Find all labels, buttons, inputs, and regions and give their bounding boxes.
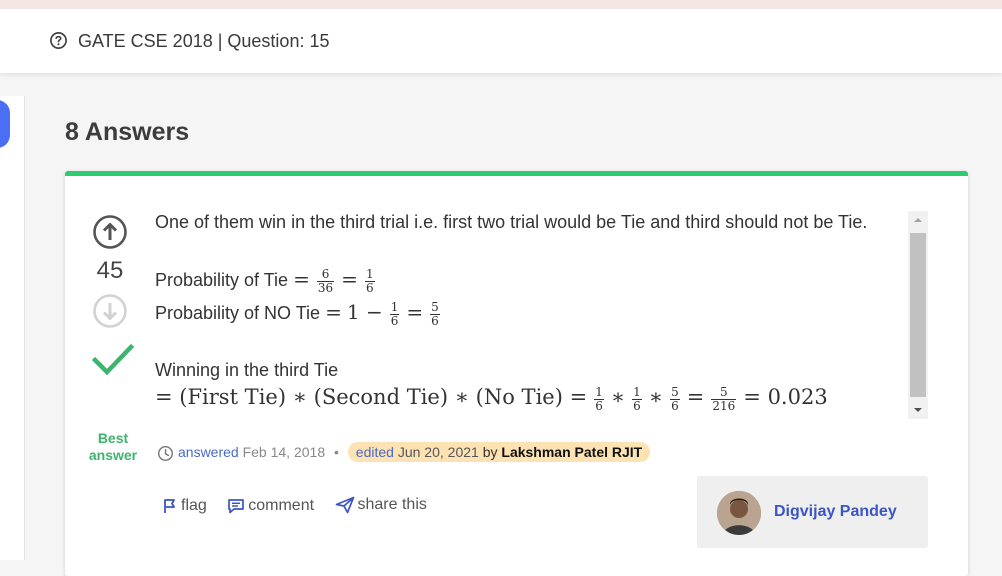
comment-button[interactable]: comment — [227, 497, 314, 515]
question-circle-icon — [50, 32, 67, 49]
answer-actions: flag comment share this — [162, 496, 443, 519]
frac-num: 1 — [632, 384, 642, 400]
math-eq: = — [686, 385, 705, 409]
edited-badge: edited Jun 20, 2021 by Lakshman Patel RJ… — [347, 442, 651, 462]
question-title[interactable]: GATE CSE 2018 | Question: 15 — [78, 31, 329, 52]
fraction-1-6: 16 — [594, 384, 604, 413]
frac-den: 6 — [431, 313, 439, 328]
edited-date: Jun 20, 2021 — [397, 444, 479, 460]
author-name[interactable]: Digvijay Pandey — [774, 503, 897, 521]
winning-expression: = (First Tie) ∗ (Second Tie) ∗ (No Tie) … — [155, 385, 828, 413]
fraction-5-6: 56 — [670, 384, 680, 413]
prob-tie-label: Probability of Tie — [155, 270, 289, 290]
answer-meta: answered Feb 14, 2018 • edited Jun 20, 2… — [157, 442, 651, 464]
comment-label: comment — [248, 497, 315, 514]
question-bar: GATE CSE 2018 | Question: 15 — [0, 9, 1002, 73]
rail-indicator[interactable] — [0, 100, 10, 148]
answer-body: One of them win in the third trial i.e. … — [155, 212, 905, 420]
frac-den: 36 — [317, 280, 334, 295]
probability-tie-line: Probability of Tie = 6 36 = 16 — [155, 267, 377, 295]
scroll-thumb[interactable] — [910, 233, 926, 397]
comment-icon — [228, 499, 245, 514]
frac-den: 6 — [633, 398, 641, 413]
downvote-icon[interactable] — [92, 293, 128, 329]
answer-intro-text: One of them win in the third trial i.e. … — [155, 212, 868, 232]
author-card: Digvijay Pandey — [697, 476, 928, 548]
winning-label: Winning in the third Tie — [155, 360, 339, 380]
flag-button[interactable]: flag — [162, 497, 207, 515]
fraction-1-6: 16 — [632, 384, 642, 413]
frac-num: 5 — [430, 299, 440, 315]
frac-den: 6 — [390, 313, 399, 328]
math-eq: = — [341, 267, 358, 291]
best-label-line1: Best — [97, 430, 129, 446]
answered-date: Feb 14, 2018 — [242, 444, 326, 460]
fraction-5-6: 56 — [430, 299, 440, 328]
math-eq: = — [293, 267, 310, 291]
answered-link[interactable]: answered — [178, 444, 239, 460]
upvote-icon[interactable] — [92, 214, 128, 250]
best-answer-label: Best answer — [80, 430, 146, 464]
editor-name[interactable]: Lakshman Patel RJIT — [501, 444, 642, 460]
fraction-5-216: 5 216 — [711, 385, 737, 413]
scroll-up-icon[interactable] — [908, 211, 928, 229]
frac-den: 216 — [712, 398, 736, 413]
math-eq: = — [406, 300, 424, 324]
left-rail — [0, 96, 25, 560]
math-result: = 0.023 — [743, 385, 828, 409]
fraction-6-36: 6 36 — [316, 267, 335, 295]
avatar-image — [717, 491, 761, 535]
scroll-down-icon[interactable] — [908, 401, 928, 419]
share-icon — [335, 496, 354, 514]
frac-num: 5 — [711, 385, 737, 400]
answer-scrollbar[interactable] — [908, 211, 928, 419]
frac-den: 6 — [595, 398, 603, 413]
fraction-1-6: 16 — [364, 266, 375, 295]
flag-icon — [164, 499, 175, 513]
flag-label: flag — [181, 497, 207, 514]
answers-heading: 8 Answers — [65, 118, 190, 146]
clock-icon — [157, 445, 174, 461]
edited-link[interactable]: edited — [356, 444, 394, 460]
frac-den: 6 — [365, 280, 374, 295]
frac-num: 6 — [316, 267, 335, 282]
share-button[interactable]: share this — [335, 496, 427, 514]
vote-count: 45 — [96, 257, 124, 284]
frac-num: 1 — [364, 266, 375, 282]
frac-num: 1 — [594, 384, 604, 400]
top-strip — [0, 0, 1002, 9]
math-one-minus: 1 − — [346, 300, 383, 324]
probability-no-tie-line: Probability of NO Tie = 1 − 16 = 56 — [155, 300, 442, 328]
share-label: share this — [357, 496, 427, 513]
fraction-1-6: 16 — [389, 299, 400, 328]
math-star: ∗ — [648, 385, 664, 409]
prob-no-tie-label: Probability of NO Tie — [155, 303, 321, 323]
meta-separator: • — [334, 444, 339, 460]
frac-num: 5 — [670, 384, 680, 400]
best-label-line2: answer — [88, 447, 138, 463]
avatar[interactable] — [717, 491, 761, 535]
edited-by: by — [482, 444, 498, 460]
math-eq: = — [325, 300, 342, 324]
math-expression-lhs: = (First Tie) ∗ (Second Tie) ∗ (No Tie) … — [155, 385, 588, 409]
frac-num: 1 — [389, 299, 400, 315]
frac-den: 6 — [671, 398, 679, 413]
math-star: ∗ — [610, 385, 626, 409]
check-icon — [92, 343, 134, 376]
